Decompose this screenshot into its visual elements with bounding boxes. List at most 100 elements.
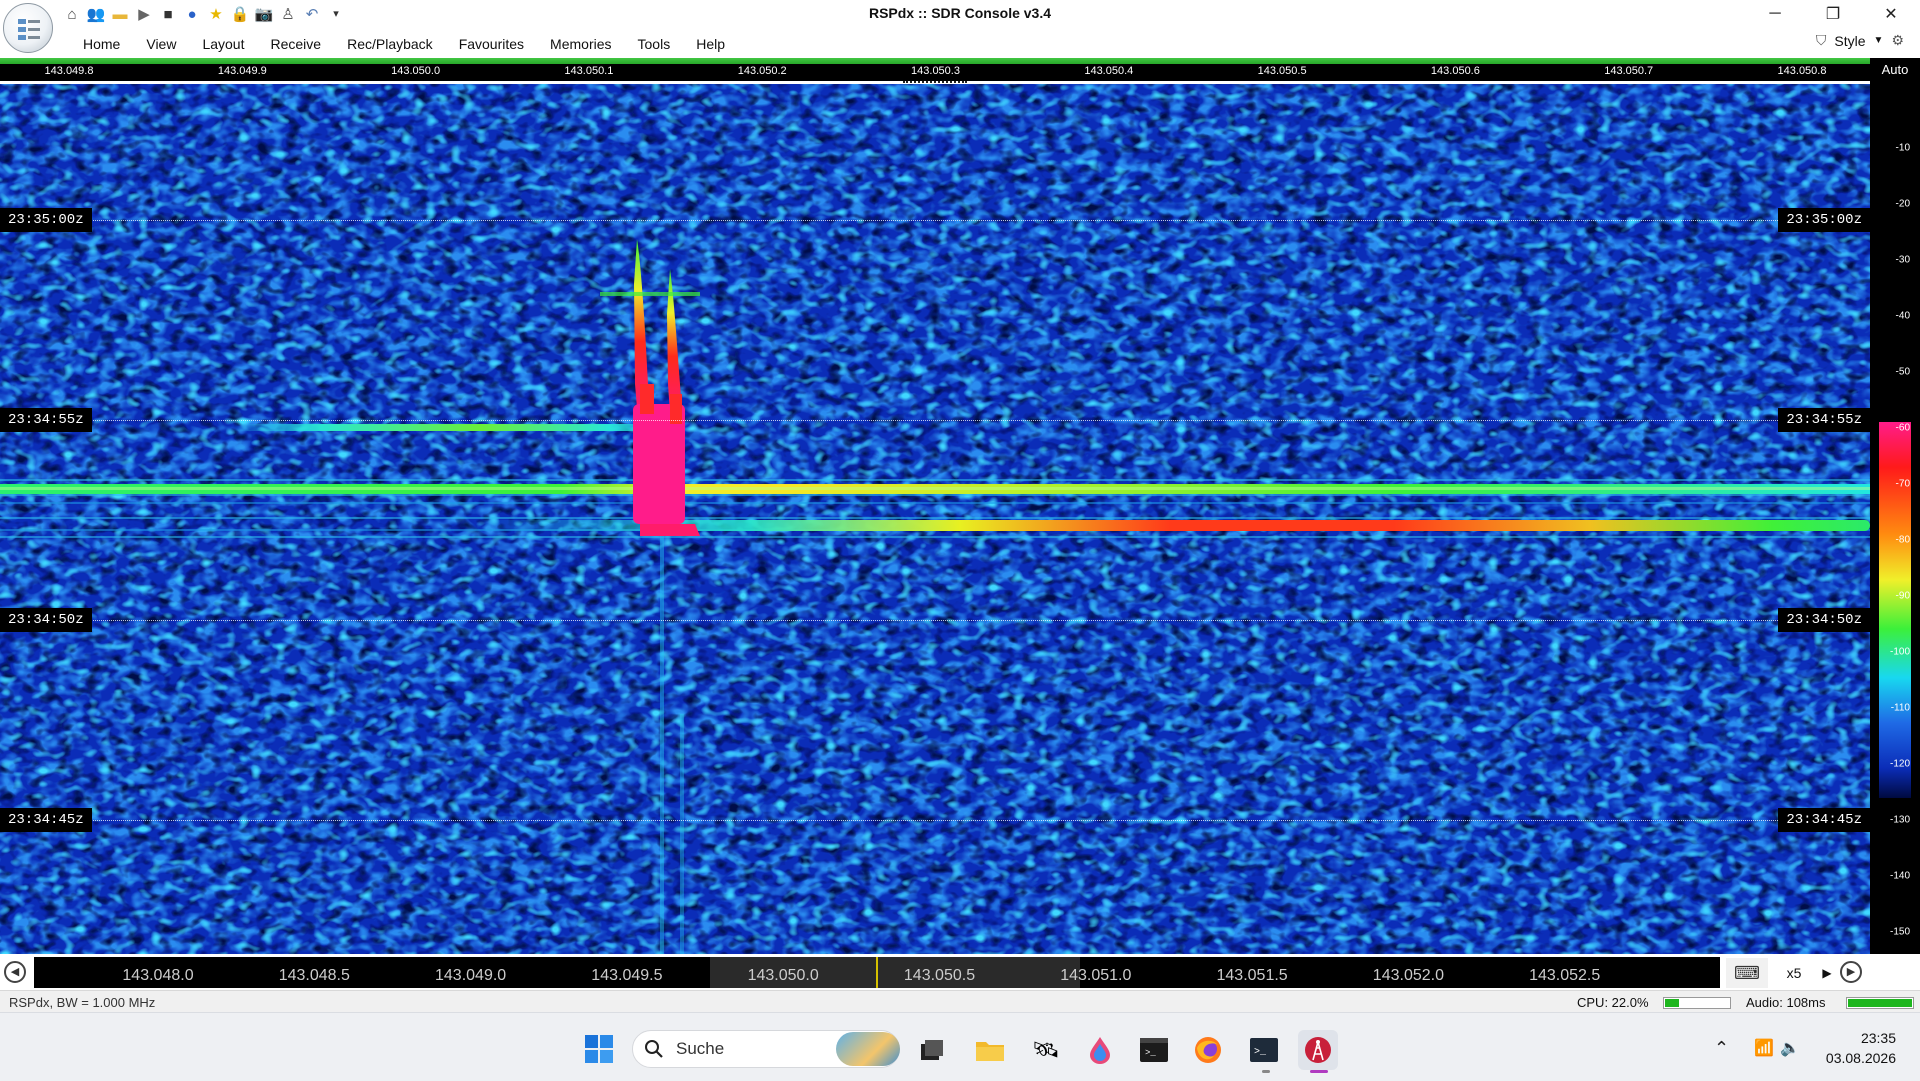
home-icon[interactable]: ⌂ [62, 4, 82, 24]
dropdown-icon[interactable]: ▾ [326, 4, 346, 24]
menu-view[interactable]: View [133, 34, 189, 54]
status-bandwidth: RSPdx, BW = 1.000 MHz [9, 995, 156, 1010]
bottom-ruler-label: 143.048.0 [122, 967, 194, 984]
zoom-right-arrow-icon[interactable]: ▶ [1818, 958, 1836, 988]
gear-icon[interactable]: ⚙ [1891, 32, 1904, 49]
menu-memories[interactable]: Memories [537, 34, 624, 54]
menu-tools[interactable]: Tools [625, 34, 684, 54]
top-ruler-label: 143.050.3 [911, 65, 960, 77]
scroll-right-button[interactable]: ▶ [1840, 961, 1862, 983]
droplet-app-icon[interactable] [1080, 1030, 1120, 1070]
play-icon[interactable]: ▶ [134, 4, 154, 24]
app-menu-orb-icon [18, 19, 40, 40]
window-controls: ─ ❐ ✕ [1746, 0, 1920, 28]
time-gridline [0, 820, 1870, 821]
audio-label: Audio: 108ms [1746, 995, 1826, 1010]
db-tick: -30 [1895, 254, 1910, 266]
top-ruler-label: 143.050.5 [1257, 65, 1307, 77]
menu-items: Home View Layout Receive Rec/Playback Fa… [70, 34, 738, 54]
top-ruler-label: 143.050.0 [391, 65, 441, 77]
bottom-ruler-label: 143.049.5 [591, 967, 663, 984]
scroll-left-button[interactable]: ◀ [4, 961, 26, 983]
db-tick: -20 [1895, 198, 1910, 210]
star-icon[interactable]: ★ [206, 4, 226, 24]
menu-home[interactable]: Home [70, 34, 133, 54]
menu-layout[interactable]: Layout [189, 34, 257, 54]
zoom-level[interactable]: x5 [1770, 958, 1818, 988]
bottom-ruler-label: 143.050.5 [903, 967, 976, 984]
satellite-app-icon[interactable]: 🛰 [1026, 1030, 1066, 1070]
bottom-frequency-ruler[interactable]: 143.048.0 143.048.5 143.049.0 143.049.5 143.… [34, 957, 1720, 988]
chevron-down-icon: ▼ [1873, 35, 1884, 46]
bottom-ruler-label: 143.050.0 [747, 967, 819, 984]
db-tick: -60 [1895, 422, 1910, 434]
sdr-console-icon[interactable] [1298, 1030, 1338, 1070]
time-label-left: 23:34:55z [0, 408, 92, 432]
search-highlight-image [836, 1032, 900, 1066]
svg-text:>_: >_ [1145, 1048, 1156, 1058]
users-icon[interactable]: 👥 [86, 4, 106, 24]
waterfall-display[interactable]: 23:35:00z 23:35:00z 23:34:55z 23:34:55z … [0, 84, 1870, 954]
db-tick: -150 [1889, 926, 1910, 938]
quick-access-toolbar: ⌂ 👥 ▬ ▶ ■ ● ★ 🔒 📷 ♙ ↶ ▾ [62, 3, 346, 25]
terminal-icon[interactable]: >_ [1134, 1030, 1174, 1070]
undo-icon[interactable]: ↶ [302, 4, 322, 24]
wifi-icon[interactable]: 📶 [1754, 1038, 1774, 1058]
tray-chevron-up-icon[interactable]: ⌃ [1714, 1038, 1729, 1059]
db-tick: -120 [1889, 758, 1910, 770]
menu-receive[interactable]: Receive [258, 34, 335, 54]
db-tick: -130 [1889, 814, 1910, 826]
audio-bar-fill [1848, 999, 1912, 1007]
time-label-right: 23:34:55z [1778, 408, 1870, 432]
taskbar-active-indicator [1310, 1070, 1328, 1073]
folder-icon[interactable]: ▬ [110, 4, 130, 24]
start-icon[interactable] [584, 1034, 614, 1064]
app-menu-orb[interactable] [3, 3, 53, 53]
close-button[interactable]: ✕ [1862, 0, 1920, 28]
menu-favourites[interactable]: Favourites [446, 34, 537, 54]
taskbar [0, 1012, 1920, 1081]
lock-icon[interactable]: 🔒 [230, 4, 250, 24]
stop-icon[interactable]: ■ [158, 4, 178, 24]
file-manager-icon[interactable] [912, 1030, 952, 1070]
svg-text:>_: >_ [1254, 1047, 1267, 1058]
camera-icon[interactable]: 📷 [254, 4, 274, 24]
menu-help[interactable]: Help [683, 34, 738, 54]
firefox-icon[interactable] [1188, 1030, 1228, 1070]
restore-button[interactable]: ❐ [1804, 0, 1862, 28]
top-frequency-ruler[interactable]: 143.049.8 143.049.9 143.050.0 143.050.1 143.… [0, 64, 1870, 81]
db-scale-panel: Auto -10 -20 -30 -40 -50 -60 -70 -80 -90… [1870, 58, 1920, 954]
cpu-bar [1663, 997, 1731, 1009]
search-icon [645, 1040, 663, 1058]
powershell-icon[interactable]: >_ [1244, 1030, 1284, 1070]
keyboard-icon[interactable]: ⌨ [1726, 958, 1768, 988]
ruler-center-line [876, 957, 878, 988]
time-label-right: 23:35:00z [1778, 208, 1870, 232]
folder-icon[interactable] [970, 1030, 1010, 1070]
time-label-left: 23:35:00z [0, 208, 92, 232]
satellite-icon[interactable]: ♙ [278, 4, 298, 24]
top-ruler-label: 143.049.8 [44, 65, 94, 77]
cpu-label: CPU: 22.0% [1577, 995, 1649, 1010]
minimize-button[interactable]: ─ [1746, 0, 1804, 28]
clock-date[interactable]: 03.08.2026 [1800, 1050, 1896, 1066]
top-ruler-label: 143.050.2 [737, 65, 787, 77]
menu-rec-playback[interactable]: Rec/Playback [334, 34, 446, 54]
top-ruler-label: 143.050.7 [1604, 65, 1654, 77]
volume-icon[interactable]: 🔈 [1780, 1038, 1800, 1058]
bottom-ruler-label: 143.051.5 [1216, 967, 1288, 984]
style-menu[interactable]: ⛉ Style ▼ ⚙ [1816, 32, 1904, 49]
db-tick: -140 [1889, 870, 1910, 882]
db-scale: -10 -20 -30 -40 -50 -60 -70 -80 -90 -100… [1870, 84, 1920, 954]
db-tick: -70 [1895, 478, 1910, 490]
search-placeholder: Suche [676, 1039, 725, 1058]
taskbar-running-indicator [1262, 1070, 1270, 1073]
record-icon[interactable]: ● [182, 4, 202, 24]
top-ruler-label: 143.049.9 [217, 65, 267, 77]
db-tick: -90 [1895, 590, 1910, 602]
top-ruler-label: 143.050.8 [1777, 65, 1827, 77]
bottom-ruler-label: 143.048.5 [278, 967, 350, 984]
clock-time[interactable]: 23:35 [1800, 1030, 1896, 1046]
auto-scale-button[interactable]: Auto [1870, 62, 1920, 77]
bottom-ruler-label: 143.052.0 [1372, 967, 1444, 984]
